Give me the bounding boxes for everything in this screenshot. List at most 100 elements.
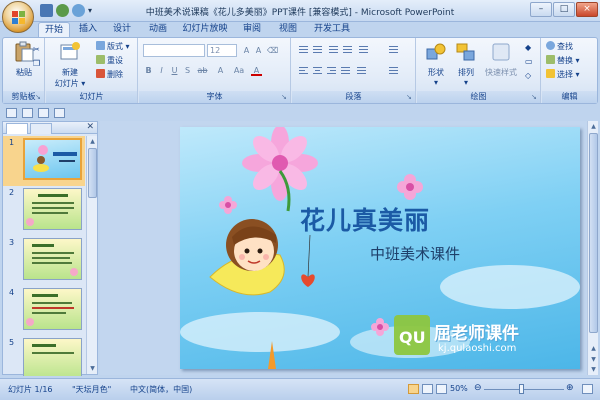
current-slide[interactable]: QU 花儿真美丽 中班美术课件 屈老师课件 kj.qulaoshi.com: [180, 127, 580, 369]
close-button[interactable]: ×: [576, 2, 598, 17]
font-name-box[interactable]: [143, 44, 205, 57]
shrink-font-icon[interactable]: A: [253, 45, 264, 56]
drawing-launcher-icon[interactable]: ↘: [531, 93, 539, 101]
scroll-thumb[interactable]: [589, 133, 598, 333]
fit-to-window-button[interactable]: [582, 384, 593, 394]
replace-button[interactable]: 替换 ▾: [546, 55, 580, 66]
customize-qat-icon[interactable]: ▾: [88, 4, 96, 17]
quick-styles-button[interactable]: 快速样式: [481, 41, 521, 78]
scroll-up-icon[interactable]: ▲: [589, 122, 598, 131]
previous-slide-icon[interactable]: ▲: [589, 344, 598, 353]
new-slide-button[interactable]: 新建 幻灯片 ▾: [50, 41, 90, 89]
slide-title[interactable]: 花儿真美丽: [300, 201, 500, 237]
shapes-button[interactable]: 形状 ▾: [421, 41, 451, 87]
scroll-thumb[interactable]: [88, 148, 97, 198]
slide-sorter-button[interactable]: [422, 384, 433, 394]
copy-icon[interactable]: ❐: [33, 58, 40, 69]
tab-view[interactable]: 视图: [274, 22, 302, 37]
underline-button[interactable]: U: [169, 65, 180, 76]
grow-font-icon[interactable]: A: [241, 45, 252, 56]
italic-button[interactable]: I: [156, 65, 167, 76]
slides-tab[interactable]: [6, 123, 28, 134]
tab-design[interactable]: 设计: [108, 22, 136, 37]
columns-icon[interactable]: [356, 65, 367, 75]
line-spacing-icon[interactable]: [358, 44, 369, 54]
language[interactable]: 中文(简体，中国): [130, 384, 192, 395]
scroll-down-icon[interactable]: ▼: [88, 364, 97, 373]
strikethrough-button[interactable]: ab: [197, 65, 208, 76]
decrease-indent-icon[interactable]: [328, 44, 339, 54]
normal-view-icon[interactable]: [6, 108, 17, 118]
scroll-up-icon[interactable]: ▲: [88, 137, 97, 146]
clipboard-launcher-icon[interactable]: ↘: [35, 93, 43, 101]
tab-animations[interactable]: 动画: [144, 22, 172, 37]
tab-insert[interactable]: 插入: [74, 22, 102, 37]
thumbnail-1[interactable]: 1: [3, 136, 85, 186]
bullets-icon[interactable]: [298, 44, 309, 54]
tab-home[interactable]: 开始: [38, 22, 70, 37]
thumbnail-scrollbar[interactable]: ▲ ▼: [86, 136, 97, 374]
next-slide-icon[interactable]: ▼: [589, 355, 598, 364]
slide-scrollbar[interactable]: ▲ ▲ ▼ ▼: [587, 121, 598, 375]
clear-format-icon[interactable]: ⌫: [267, 45, 278, 56]
save-icon[interactable]: [40, 4, 53, 17]
justify-icon[interactable]: [340, 65, 351, 75]
align-right-icon[interactable]: [326, 65, 337, 75]
paragraph-launcher-icon[interactable]: ↘: [406, 93, 414, 101]
font-color-button[interactable]: A: [251, 65, 262, 76]
zoom-in-icon[interactable]: ⊕: [566, 383, 574, 393]
normal-view-button[interactable]: [408, 384, 419, 394]
shape-fill-icon[interactable]: ◆: [525, 42, 531, 53]
undo-icon[interactable]: [56, 4, 69, 17]
numbering-icon[interactable]: [312, 44, 323, 54]
zoom-out-icon[interactable]: ⊖: [474, 383, 482, 393]
thumbnail-5[interactable]: 5: [3, 336, 85, 376]
font-launcher-icon[interactable]: ↘: [281, 93, 289, 101]
drawing-group-label: 绘图: [417, 91, 540, 103]
thumbnail-3[interactable]: 3: [3, 236, 85, 286]
zoom-slider[interactable]: [484, 389, 564, 390]
align-center-icon[interactable]: [312, 65, 323, 75]
close-pane-icon[interactable]: ✕: [86, 122, 94, 132]
align-left-icon[interactable]: [298, 65, 309, 75]
slide-subtitle[interactable]: 中班美术课件: [370, 243, 490, 264]
tab-slideshow[interactable]: 幻灯片放映: [180, 22, 230, 37]
thumbnail-image: [23, 238, 82, 280]
outline-tab[interactable]: [30, 123, 52, 134]
shadow-button[interactable]: S: [182, 65, 193, 76]
shape-outline-icon[interactable]: ▭: [525, 56, 533, 67]
scroll-down-icon[interactable]: ▼: [589, 365, 598, 374]
outline-icon[interactable]: [22, 108, 33, 118]
minimize-button[interactable]: –: [530, 2, 552, 17]
find-button[interactable]: 查找: [546, 41, 573, 52]
bold-button[interactable]: B: [143, 65, 154, 76]
increase-indent-icon[interactable]: [342, 44, 353, 54]
delete-icon: [96, 69, 105, 78]
delete-slide-button[interactable]: 删除: [96, 69, 123, 80]
text-direction-icon[interactable]: [388, 44, 399, 54]
char-spacing-button[interactable]: A: [215, 65, 226, 76]
shape-effects-icon[interactable]: ◇: [525, 70, 531, 81]
office-button[interactable]: [2, 1, 34, 33]
align-text-icon[interactable]: [388, 65, 399, 75]
notes-icon[interactable]: [54, 108, 65, 118]
layout-button[interactable]: 版式 ▾: [96, 41, 130, 52]
slides-icon[interactable]: [38, 108, 49, 118]
thumbnail-image: [23, 338, 82, 376]
zoom-level[interactable]: 50%: [450, 384, 468, 393]
tab-developer[interactable]: 开发工具: [310, 22, 354, 37]
slideshow-button[interactable]: [436, 384, 447, 394]
maximize-button[interactable]: □: [553, 2, 575, 17]
thumbnail-4[interactable]: 4: [3, 286, 85, 336]
select-button[interactable]: 选择 ▾: [546, 69, 580, 80]
thumbnail-number: 1: [9, 138, 15, 147]
font-size-box[interactable]: 12: [207, 44, 237, 57]
redo-icon[interactable]: [72, 4, 85, 17]
change-case-button[interactable]: Aa: [231, 65, 247, 76]
thumbnail-2[interactable]: 2: [3, 186, 85, 236]
cut-icon[interactable]: ✂: [33, 44, 40, 55]
reset-button[interactable]: 重设: [96, 55, 123, 66]
zoom-slider-knob[interactable]: [519, 384, 524, 394]
tab-review[interactable]: 审阅: [238, 22, 266, 37]
arrange-button[interactable]: 排列 ▾: [451, 41, 481, 87]
